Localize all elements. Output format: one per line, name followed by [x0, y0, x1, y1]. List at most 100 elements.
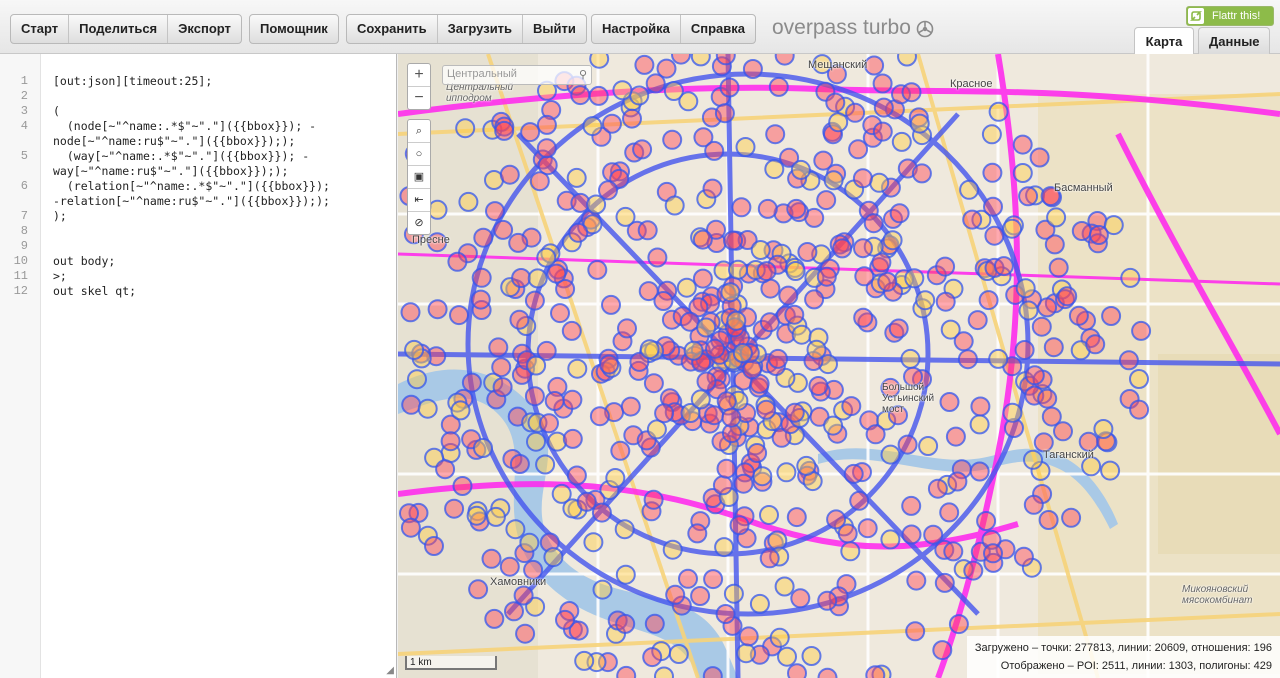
poi-marker[interactable] [823, 415, 844, 436]
poi-marker[interactable] [948, 614, 969, 635]
poi-marker[interactable] [1031, 316, 1052, 337]
poi-marker[interactable] [1002, 402, 1023, 423]
poi-marker[interactable] [1118, 350, 1139, 371]
poi-marker[interactable] [982, 162, 1003, 183]
poi-marker[interactable] [692, 268, 713, 289]
poi-marker[interactable] [424, 536, 444, 556]
poi-marker[interactable] [1002, 218, 1022, 239]
poi-marker[interactable] [873, 97, 894, 118]
poi-marker[interactable] [769, 627, 790, 648]
poi-marker[interactable] [529, 171, 550, 192]
poi-marker[interactable] [1018, 186, 1039, 207]
poi-marker[interactable] [602, 113, 622, 134]
poi-marker[interactable] [620, 396, 641, 417]
poi-marker[interactable] [777, 646, 797, 667]
poi-marker[interactable] [1101, 306, 1122, 326]
poi-marker[interactable] [1053, 421, 1073, 442]
flattr-button[interactable]: Flattr this! [1186, 6, 1274, 26]
poi-marker[interactable] [935, 256, 956, 277]
poi-marker[interactable] [738, 626, 759, 647]
poi-marker[interactable] [970, 396, 991, 417]
poi-marker[interactable] [583, 532, 604, 553]
poi-marker[interactable] [703, 569, 724, 590]
poi-marker[interactable] [632, 139, 653, 160]
poi-marker[interactable] [1068, 305, 1089, 326]
poi-marker[interactable] [690, 54, 711, 67]
poi-marker[interactable] [524, 290, 545, 311]
poi-marker[interactable] [880, 444, 901, 465]
poi-marker[interactable] [1100, 460, 1121, 481]
poi-marker[interactable] [513, 585, 534, 606]
poi-marker[interactable] [634, 54, 655, 75]
poi-marker[interactable] [889, 203, 910, 224]
poi-marker[interactable] [499, 556, 520, 577]
poi-marker[interactable] [825, 92, 846, 113]
poi-marker[interactable] [759, 505, 779, 525]
poi-marker[interactable] [562, 389, 583, 410]
poi-marker[interactable] [1048, 257, 1069, 278]
poi-marker[interactable] [969, 414, 990, 435]
poi-marker[interactable] [1024, 365, 1045, 386]
poi-marker[interactable] [704, 140, 725, 161]
poi-marker[interactable] [728, 259, 748, 280]
poi-marker[interactable] [823, 170, 844, 191]
exit-button[interactable]: Выйти [523, 15, 586, 43]
poi-marker[interactable] [906, 570, 927, 591]
poi-marker[interactable] [806, 339, 827, 360]
poi-marker[interactable] [696, 317, 717, 338]
poi-marker[interactable] [797, 242, 818, 262]
help-button[interactable]: Справка [681, 15, 755, 43]
poi-marker[interactable] [988, 101, 1009, 122]
zoom-to-data-icon[interactable]: ⌕ [408, 120, 430, 143]
poi-marker[interactable] [508, 232, 529, 253]
poi-marker[interactable] [1061, 507, 1082, 528]
poi-marker[interactable] [752, 466, 773, 487]
poi-marker[interactable] [742, 59, 763, 79]
poi-marker[interactable] [690, 389, 711, 410]
poi-marker[interactable] [1029, 147, 1050, 168]
map-view[interactable]: Мещанский Красное Басманный Пресне Центр… [398, 54, 1280, 678]
poi-marker[interactable] [911, 163, 932, 184]
poi-marker[interactable] [493, 219, 514, 240]
poi-marker[interactable] [959, 179, 980, 200]
poi-marker[interactable] [599, 354, 620, 375]
poi-marker[interactable] [601, 294, 621, 315]
poi-marker[interactable] [654, 403, 675, 424]
poi-marker[interactable] [550, 303, 570, 324]
poi-marker[interactable] [536, 340, 557, 361]
poi-marker[interactable] [639, 339, 660, 360]
poi-marker[interactable] [546, 263, 567, 284]
poi-marker[interactable] [509, 454, 530, 474]
poi-marker[interactable] [536, 114, 557, 135]
poi-marker[interactable] [543, 547, 564, 568]
poi-marker[interactable] [610, 440, 631, 461]
tab-map[interactable]: Карта [1134, 27, 1194, 54]
poi-marker[interactable] [1093, 419, 1114, 439]
poi-marker[interactable] [731, 197, 752, 218]
poi-marker[interactable] [768, 348, 788, 369]
poi-marker[interactable] [642, 647, 663, 668]
poi-marker[interactable] [993, 256, 1014, 277]
poi-marker[interactable] [435, 459, 456, 480]
poi-marker[interactable] [616, 665, 637, 678]
poi-marker[interactable] [852, 168, 873, 189]
poi-marker[interactable] [1043, 337, 1064, 358]
poi-marker[interactable] [505, 519, 526, 540]
poi-marker[interactable] [470, 289, 491, 310]
wizard-button[interactable]: Помощник [250, 15, 338, 43]
poi-marker[interactable] [897, 54, 917, 67]
share-button[interactable]: Поделиться [69, 15, 169, 43]
poi-marker[interactable] [504, 601, 524, 622]
poi-marker[interactable] [683, 340, 704, 361]
poi-marker[interactable] [561, 320, 582, 341]
poi-marker[interactable] [787, 663, 807, 678]
poi-marker[interactable] [588, 85, 609, 106]
poi-marker[interactable] [567, 358, 588, 379]
poi-marker[interactable] [790, 159, 811, 180]
poi-marker[interactable] [845, 102, 866, 123]
poi-marker[interactable] [978, 290, 999, 311]
poi-marker[interactable] [704, 405, 725, 426]
poi-marker[interactable] [943, 541, 964, 562]
poi-marker[interactable] [1129, 369, 1149, 389]
poi-marker[interactable] [499, 164, 520, 185]
